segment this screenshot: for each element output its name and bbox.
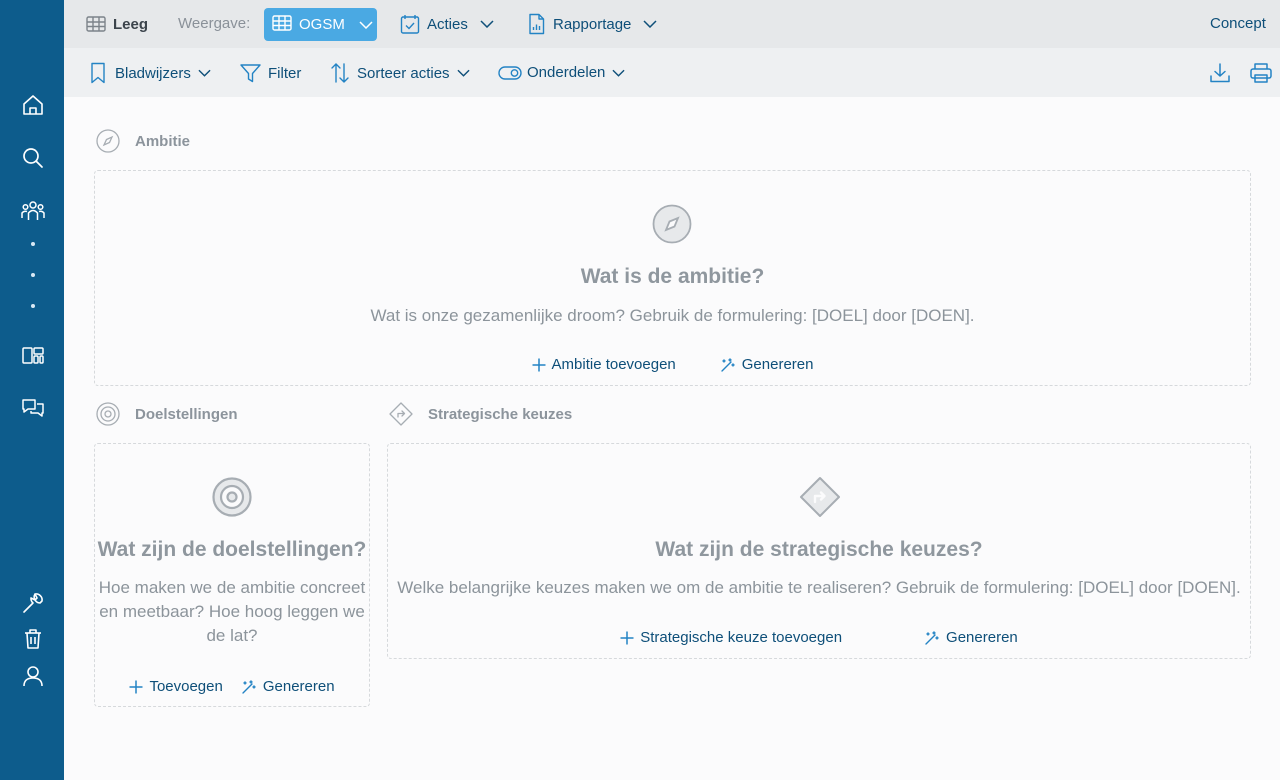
rapportage-label: Rapportage	[553, 15, 632, 33]
ambitie-title: Wat is de ambitie?	[580, 265, 765, 288]
ambitie-heading-label: Ambitie	[135, 132, 191, 150]
strategische-actions: Strategische keuze toevoegen Genereren	[388, 629, 1250, 646]
doelstellingen-add-button[interactable]: Toevoegen	[129, 678, 223, 695]
bookmark-icon	[90, 62, 106, 84]
print-icon[interactable]	[1249, 62, 1273, 84]
nav-dot[interactable]	[31, 304, 35, 308]
view-value: OGSM	[299, 16, 345, 33]
download-icon[interactable]	[1209, 62, 1231, 84]
strategische-generate-button[interactable]: Genereren	[924, 629, 1018, 646]
compass-icon	[96, 129, 120, 153]
sorteer-label: Sorteer acties	[357, 64, 450, 82]
bladwijzers-menu[interactable]: Bladwijzers	[90, 62, 211, 84]
strategische-heading: Strategische keuzes	[389, 402, 572, 426]
sorteer-menu[interactable]: Sorteer acties	[330, 62, 470, 84]
home-icon[interactable]	[20, 92, 46, 118]
compass-icon	[652, 204, 692, 249]
acties-label: Acties	[427, 15, 468, 33]
weergave-label: Weergave:	[178, 15, 251, 32]
chevron-down-icon	[643, 20, 657, 28]
report-icon	[528, 13, 545, 35]
plus-icon	[532, 358, 552, 372]
doelstellingen-heading: Doelstellingen	[96, 402, 238, 426]
target-icon	[96, 402, 120, 426]
strategische-title: Wat zijn de strategische keuzes?	[655, 538, 983, 561]
rapportage-menu[interactable]: Rapportage	[528, 13, 657, 35]
acties-menu[interactable]: Acties	[400, 13, 494, 35]
team-icon[interactable]	[20, 198, 46, 224]
bladwijzers-label: Bladwijzers	[115, 64, 191, 82]
magic-wand-icon	[241, 679, 263, 695]
strategische-description: Welke belangrijke keuzes maken we om de …	[397, 578, 1241, 597]
onderdelen-label: Onderdelen	[527, 64, 606, 81]
chevron-down-icon	[456, 69, 470, 77]
sort-icon	[330, 62, 350, 84]
doelstellingen-heading-label: Doelstellingen	[135, 405, 238, 423]
doelstellingen-actions: Toevoegen Genereren	[95, 678, 369, 695]
filter-icon	[240, 63, 261, 83]
chevron-down-icon	[612, 69, 625, 77]
ambitie-description: Wat is onze gezamenlijke droom? Gebruik …	[370, 306, 975, 325]
search-icon[interactable]	[20, 145, 46, 171]
view-selector[interactable]: OGSM	[264, 8, 377, 41]
ambitie-heading: Ambitie	[96, 129, 190, 153]
trash-icon[interactable]	[20, 626, 46, 652]
chat-icon[interactable]	[20, 395, 46, 421]
table-icon	[86, 15, 106, 33]
chevron-down-icon	[480, 20, 494, 28]
ambitie-add-label: Ambitie toevoegen	[551, 356, 676, 373]
strategische-add-label: Strategische keuze toevoegen	[640, 629, 843, 646]
doelstellingen-generate-label: Genereren	[262, 678, 335, 695]
onderdelen-menu[interactable]: Onderdelen	[498, 64, 625, 81]
sub-toolbar: Bladwijzers Filter Sorteer acties Onderd…	[64, 48, 1280, 97]
ambitie-card: Wat is de ambitie? Wat is onze gezamenli…	[94, 170, 1251, 386]
strategische-heading-label: Strategische keuzes	[428, 405, 573, 423]
magic-wand-icon	[924, 630, 946, 646]
user-icon[interactable]	[20, 663, 46, 689]
direction-sign-icon	[389, 402, 413, 426]
chevron-down-icon	[359, 16, 373, 33]
leeg-item[interactable]: Leeg	[86, 15, 148, 33]
target-icon	[212, 477, 252, 522]
strategische-generate-label: Genereren	[946, 629, 1018, 646]
filter-label: Filter	[268, 64, 302, 82]
strategische-card: Wat zijn de strategische keuzes? Welke b…	[387, 443, 1251, 659]
grid-icon	[272, 14, 292, 36]
sidebar	[0, 0, 64, 780]
filter-button[interactable]: Filter	[240, 63, 301, 83]
doelstellingen-title: Wat zijn de doelstellingen?	[97, 538, 367, 561]
nav-dot[interactable]	[31, 242, 35, 246]
ambitie-generate-label: Genereren	[741, 356, 814, 373]
plus-icon	[620, 631, 640, 645]
toggle-icon	[498, 65, 522, 81]
top-toolbar: Leeg Weergave: OGSM Acties Rapportage Co…	[64, 0, 1280, 48]
direction-sign-icon	[799, 476, 841, 523]
strategische-add-button[interactable]: Strategische keuze toevoegen	[620, 629, 842, 646]
doelstellingen-add-label: Toevoegen	[149, 678, 223, 695]
doelstellingen-card: Wat zijn de doelstellingen? Hoe maken we…	[94, 443, 370, 707]
doelstellingen-description: Hoe maken we de ambitie concreet en meet…	[98, 578, 366, 645]
magic-wand-icon	[720, 357, 742, 373]
chevron-down-icon	[198, 69, 211, 77]
ambitie-add-button[interactable]: Ambitie toevoegen	[532, 356, 676, 373]
plus-icon	[129, 680, 149, 694]
wrench-icon[interactable]	[20, 590, 46, 616]
ambitie-generate-button[interactable]: Genereren	[720, 356, 814, 373]
nav-dot[interactable]	[31, 273, 35, 277]
leeg-label: Leeg	[113, 15, 149, 33]
calendar-check-icon	[400, 13, 420, 35]
doelstellingen-generate-button[interactable]: Genereren	[241, 678, 335, 695]
concept-status[interactable]: Concept	[1210, 15, 1266, 32]
layout-icon[interactable]	[20, 343, 46, 369]
ambitie-actions: Ambitie toevoegen Genereren	[95, 356, 1250, 373]
